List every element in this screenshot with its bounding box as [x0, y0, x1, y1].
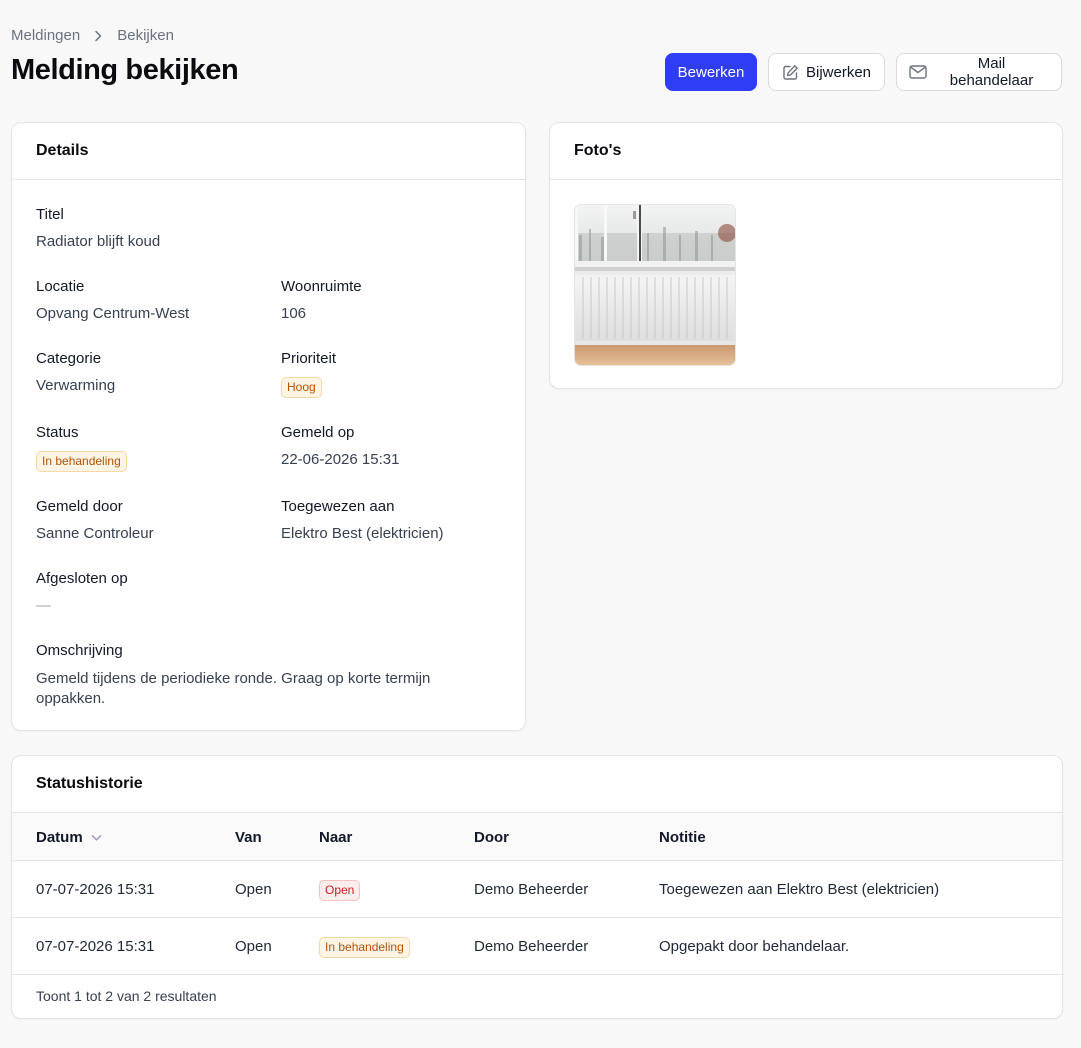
row-to-badge: In behandeling: [319, 937, 410, 958]
column-to-header: Naar: [319, 829, 353, 846]
details-heading: Details: [12, 123, 525, 180]
column-date-header[interactable]: Datum: [36, 829, 102, 846]
field-location: Locatie Opvang Centrum-West: [36, 278, 189, 322]
row-from: Open: [235, 938, 272, 955]
field-status-label: Status: [36, 424, 79, 441]
photos-card: Foto's: [549, 122, 1063, 389]
field-reported-on-value: 22-06-2026 15:31: [281, 451, 400, 468]
row-date: 07-07-2026 15:31: [36, 881, 155, 898]
field-description-label: Omschrijving: [36, 642, 123, 659]
field-priority: Prioriteit Hoog: [281, 350, 336, 398]
field-category: Categorie Verwarming: [36, 350, 115, 394]
column-by-header: Door: [474, 829, 509, 846]
field-category-value: Verwarming: [36, 377, 116, 394]
field-reported-by-value: Sanne Controleur: [36, 525, 154, 542]
update-button-label: Bijwerken: [805, 63, 872, 81]
field-title-value: Radiator blijft koud: [36, 233, 161, 250]
breadcrumb-current: Bekijken: [117, 27, 174, 44]
field-status: Status In behandeling: [36, 424, 127, 472]
field-reported-by-label: Gemeld door: [36, 498, 123, 515]
field-category-label: Categorie: [36, 350, 102, 367]
row-note: Toegewezen aan Elektro Best (elektricien…: [659, 881, 940, 898]
column-note-header: Notitie: [659, 829, 706, 846]
breadcrumb: Meldingen Bekijken: [11, 27, 174, 44]
status-badge: In behandeling: [36, 451, 127, 472]
envelope-icon: [909, 65, 927, 79]
table-row: 07-07-2026 15:31 Open In behandeling Dem…: [12, 918, 1062, 975]
field-location-label: Locatie: [36, 278, 85, 295]
page: Meldingen Bekijken Melding bekijken Bewe…: [0, 0, 1081, 1048]
field-title-label: Titel: [36, 206, 64, 223]
row-to-badge: Open: [319, 880, 361, 901]
mail-handler-button[interactable]: Mail behandelaar: [896, 53, 1062, 91]
chevron-down-icon: [91, 829, 102, 846]
header-actions: Bewerken Bijwerken Mail behandelaar: [665, 53, 1062, 91]
field-reported-by: Gemeld door Sanne Controleur: [36, 498, 154, 542]
row-note: Opgepakt door behandelaar.: [659, 938, 850, 955]
chevron-right-icon: [94, 30, 103, 42]
field-assigned-label: Toegewezen aan: [281, 498, 395, 515]
field-assigned: Toegewezen aan Elektro Best (elektricien…: [281, 498, 444, 542]
column-date-label: Datum: [36, 829, 83, 846]
row-date: 07-07-2026 15:31: [36, 938, 155, 955]
pagination-summary: Toont 1 tot 2 van 2 resultaten: [36, 988, 217, 1004]
priority-badge: Hoog: [281, 377, 322, 398]
field-location-value: Opvang Centrum-West: [36, 305, 190, 322]
row-by: Demo Beheerder: [474, 881, 589, 898]
field-closed-value: —: [36, 597, 51, 614]
field-room-value: 106: [281, 305, 307, 322]
mail-handler-button-label: Mail behandelaar: [949, 55, 1034, 89]
pencil-square-icon: [782, 64, 799, 81]
field-title: Titel Radiator blijft koud: [36, 206, 160, 250]
breadcrumb-meldingen-link[interactable]: Meldingen: [11, 27, 80, 44]
status-history-card: Statushistorie Datum Van Naar Door Notit…: [11, 755, 1063, 1019]
update-button[interactable]: Bijwerken: [768, 53, 885, 91]
table-row: 07-07-2026 15:31 Open Open Demo Beheerde…: [12, 861, 1062, 918]
column-from-header: Van: [235, 829, 262, 846]
row-by: Demo Beheerder: [474, 938, 589, 955]
row-from: Open: [235, 881, 272, 898]
photos-heading: Foto's: [550, 123, 1062, 180]
field-room-label: Woonruimte: [281, 278, 362, 295]
field-closed-label: Afgesloten op: [36, 570, 128, 587]
field-assigned-value: Elektro Best (elektricien): [281, 525, 444, 542]
field-reported-on-label: Gemeld op: [281, 424, 355, 441]
field-reported-on: Gemeld op 22-06-2026 15:31: [281, 424, 399, 468]
field-priority-label: Prioriteit: [281, 350, 337, 367]
field-description-value: Gemeld tijdens de periodieke ronde. Graa…: [36, 670, 431, 707]
field-room: Woonruimte 106: [281, 278, 362, 322]
field-closed: Afgesloten op —: [36, 570, 128, 614]
edit-button[interactable]: Bewerken: [665, 53, 757, 91]
status-history-heading: Statushistorie: [36, 775, 143, 792]
details-card: Details Titel Radiator blijft koud Locat…: [11, 122, 526, 731]
page-title: Melding bekijken: [11, 54, 239, 86]
table-header: Datum Van Naar Door Notitie: [12, 812, 1062, 861]
field-description: Omschrijving Gemeld tijdens de periodiek…: [36, 642, 476, 709]
photo-thumbnail[interactable]: [574, 204, 736, 366]
radiator-photo-image: [575, 205, 735, 365]
